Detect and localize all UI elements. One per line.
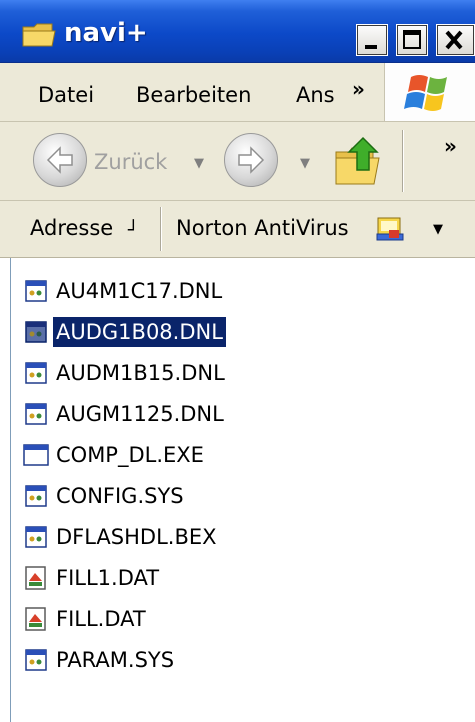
- maximize-icon: [403, 30, 421, 49]
- file-name: AU4M1C17.DNL: [56, 279, 223, 303]
- file-name: AUDG1B08.DNL: [53, 317, 226, 347]
- forward-arrow-icon: [238, 146, 265, 174]
- data-file-icon: [25, 607, 46, 631]
- file-name: DFLASHDL.BEX: [56, 525, 217, 549]
- forward-dropdown-icon[interactable]: ▼: [300, 156, 310, 171]
- system-file-icon: [25, 280, 47, 302]
- title-bar[interactable]: navi+: [0, 0, 475, 63]
- menu-item-bearbeiten[interactable]: Bearbeiten: [136, 83, 251, 107]
- maximize-button[interactable]: [396, 24, 428, 56]
- close-icon: [445, 30, 463, 50]
- explorer-window: navi+ Datei Bearbeiten Ans » Zurück ▼ ▼: [0, 0, 475, 722]
- file-name: FILL1.DAT: [56, 566, 160, 590]
- norton-antivirus-icon[interactable]: [375, 214, 405, 244]
- address-grip-icon[interactable]: ┘: [128, 220, 139, 241]
- up-folder-icon[interactable]: [333, 134, 385, 188]
- file-item[interactable]: FILL1.DAT: [23, 561, 162, 595]
- file-name: AUDM1B15.DNL: [56, 361, 225, 385]
- back-dropdown-icon[interactable]: ▼: [194, 156, 204, 171]
- menu-item-datei[interactable]: Datei: [38, 83, 94, 107]
- toolbar-overflow-chevron[interactable]: »: [444, 134, 457, 158]
- norton-dropdown-icon[interactable]: ▼: [433, 222, 443, 237]
- back-button[interactable]: [33, 133, 87, 187]
- windows-flag-icon: [404, 75, 447, 111]
- folder-icon: [22, 23, 56, 47]
- window-title: navi+: [64, 18, 148, 48]
- back-arrow-icon: [46, 146, 73, 174]
- file-name: CONFIG.SYS: [56, 484, 184, 508]
- address-label[interactable]: Adresse: [30, 216, 113, 240]
- file-name: COMP_DL.EXE: [56, 443, 204, 467]
- file-item[interactable]: FILL.DAT: [23, 602, 149, 636]
- minimize-button[interactable]: [356, 24, 388, 56]
- close-button[interactable]: [436, 24, 475, 56]
- file-item-selected[interactable]: AUDG1B08.DNL: [23, 315, 226, 349]
- toolbar-separator: [402, 130, 404, 192]
- file-item[interactable]: CONFIG.SYS: [23, 479, 187, 513]
- file-item[interactable]: AUDM1B15.DNL: [23, 356, 228, 390]
- file-name: FILL.DAT: [56, 607, 146, 631]
- file-item[interactable]: DFLASHDL.BEX: [23, 520, 220, 554]
- file-item[interactable]: AUGM1125.DNL: [23, 397, 227, 431]
- file-name: PARAM.SYS: [56, 648, 175, 672]
- system-file-icon: [25, 649, 47, 671]
- norton-antivirus-label[interactable]: Norton AntiVirus: [176, 216, 349, 240]
- windows-logo: [384, 63, 475, 121]
- forward-button[interactable]: [224, 133, 278, 187]
- back-label[interactable]: Zurück: [94, 150, 167, 174]
- system-file-icon: [25, 403, 47, 425]
- menu-overflow-chevron[interactable]: »: [352, 77, 365, 101]
- menu-item-ansicht[interactable]: Ans: [296, 83, 342, 107]
- file-list: AU4M1C17.DNL AUDG1B08.DNL AUDM1B15.DNL A…: [10, 258, 475, 722]
- system-file-icon: [25, 362, 47, 384]
- data-file-icon: [25, 566, 46, 590]
- address-separator: [160, 207, 162, 251]
- file-item[interactable]: AU4M1C17.DNL: [23, 274, 225, 308]
- file-item[interactable]: PARAM.SYS: [23, 643, 177, 677]
- executable-icon: [23, 444, 49, 466]
- file-name: AUGM1125.DNL: [56, 402, 224, 426]
- file-item[interactable]: COMP_DL.EXE: [23, 438, 207, 472]
- system-file-icon: [25, 485, 47, 507]
- minimize-icon: [365, 45, 377, 49]
- system-file-icon: [25, 526, 47, 548]
- system-file-icon: [25, 321, 47, 343]
